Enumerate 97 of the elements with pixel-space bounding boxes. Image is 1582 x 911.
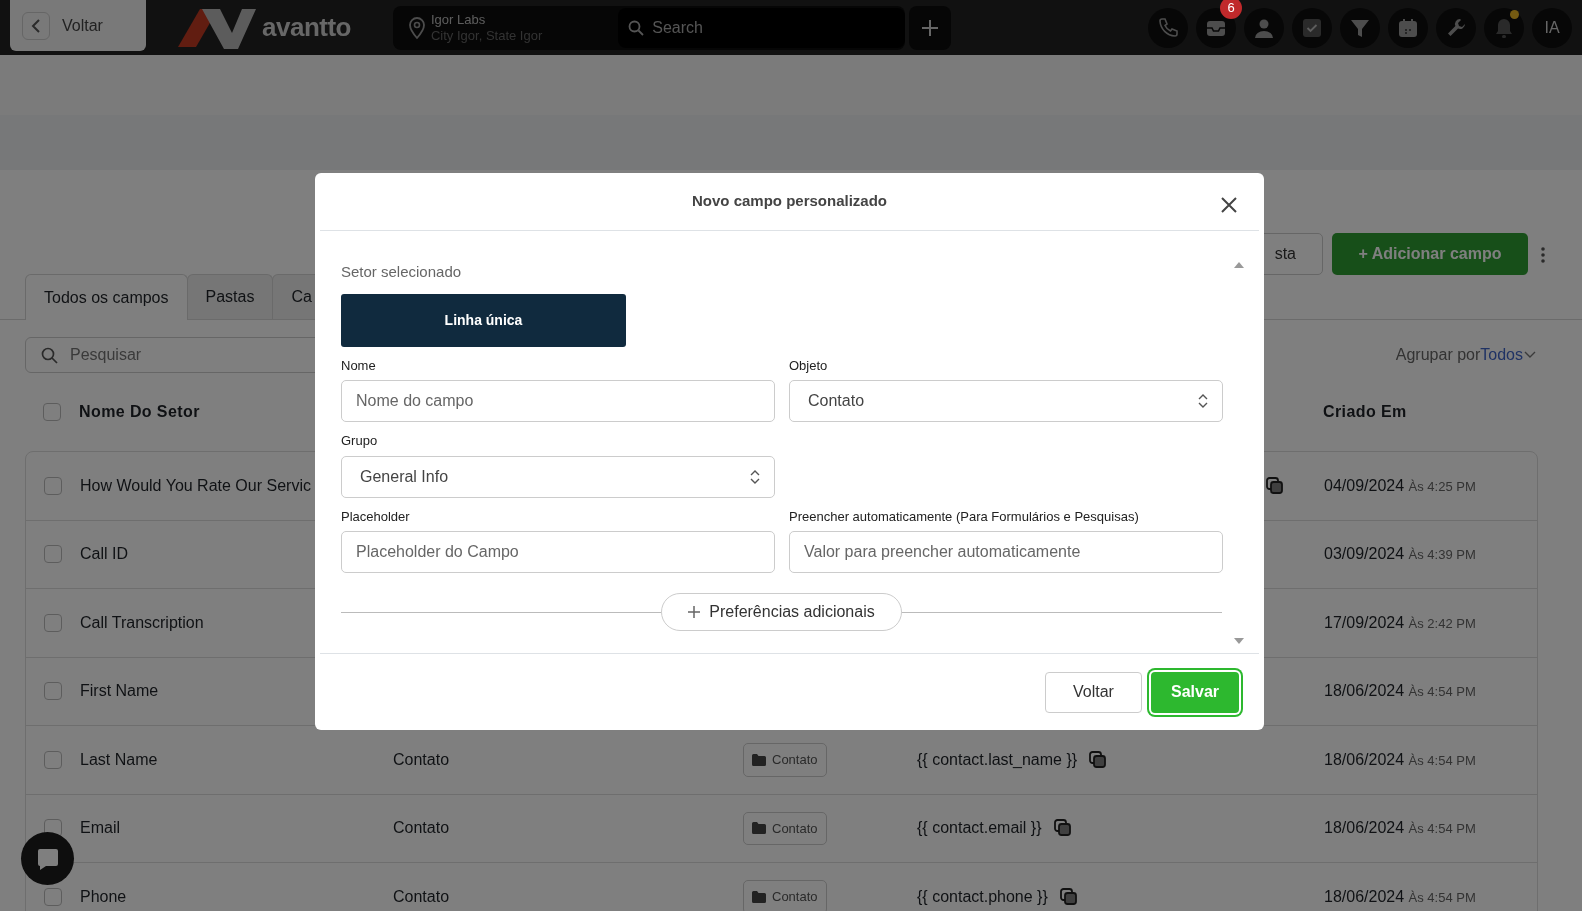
back-button[interactable]: Voltar [1045, 671, 1142, 713]
field-label: Preencher automaticamente (Para Formulários e Pesquisas) [789, 507, 1140, 526]
row-checkbox[interactable] [44, 476, 62, 495]
table-cell-text: Call Transcription [80, 612, 205, 633]
date-text: 04/09/2024 [1324, 476, 1405, 494]
modal-title: Novo campo personalizado [691, 191, 887, 212]
field-type-button[interactable]: Linha única [341, 293, 626, 347]
chat-icon [35, 846, 60, 871]
contacts-button[interactable] [1244, 7, 1284, 48]
group-by-dropdown[interactable]: Todos [1480, 343, 1537, 367]
folder-tag: Contato [743, 880, 827, 911]
input-field[interactable]: Valor para preencher automaticamente [789, 531, 1223, 573]
section-label: Setor selecionado [341, 262, 463, 282]
chat-button[interactable] [21, 832, 74, 885]
table-cell-text: Last Name [80, 749, 159, 770]
row-checkbox[interactable] [44, 750, 62, 769]
filter-button[interactable] [1340, 7, 1380, 48]
search-icon [628, 19, 645, 36]
avatar[interactable]: IA [1532, 7, 1572, 48]
table-cell-text: Contato [393, 886, 451, 907]
time-text: Às 4:54 PM [1408, 821, 1476, 837]
scroll-up-icon[interactable] [1234, 261, 1244, 268]
folder-tag: Contato [743, 811, 827, 845]
pin-icon [406, 15, 427, 40]
merge-key: {{ contact.phone }} [917, 884, 1048, 909]
back-button[interactable]: Voltar [10, 0, 146, 51]
table-cell-text: Phone [80, 886, 128, 907]
column-header: Criado Em [1323, 402, 1408, 422]
copy-icon[interactable] [1266, 476, 1284, 495]
plus-icon [919, 17, 940, 38]
folder-icon [752, 822, 766, 835]
bell-icon [1493, 16, 1515, 39]
input-field[interactable]: Placeholder do Campo [341, 531, 775, 573]
chevron-left-icon [31, 18, 41, 33]
copy-icon[interactable] [1089, 750, 1108, 769]
phone-button[interactable] [1148, 7, 1188, 48]
merge-key: {{ contact.last_name }} [917, 747, 1078, 772]
time-text: Às 4:54 PM [1408, 684, 1476, 700]
field-label: Placeholder [341, 507, 411, 526]
field-label: Objeto [789, 356, 829, 375]
tasks-button[interactable] [1292, 7, 1332, 48]
row-checkbox[interactable] [44, 545, 62, 564]
tab[interactable]: Pastas [186, 274, 274, 319]
time-text: Às 4:54 PM [1408, 752, 1476, 768]
row-checkbox[interactable] [44, 887, 62, 906]
merge-key: {{ contact.email }} [917, 816, 1042, 841]
add-button[interactable] [908, 5, 951, 50]
field-label: Grupo [341, 432, 379, 450]
table-cell-text: Contato [393, 818, 451, 839]
chevron-down-icon [1523, 350, 1537, 360]
calendar-icon [1397, 16, 1419, 39]
scroll-down-icon[interactable] [1234, 638, 1244, 645]
search-field[interactable]: Search [618, 7, 905, 48]
copy-icon[interactable] [1053, 819, 1072, 838]
field-label: Nome [341, 356, 377, 375]
checkbox-icon [1301, 16, 1323, 39]
time-text: Às 2:42 PM [1408, 615, 1476, 631]
close-icon [1219, 194, 1239, 215]
time-text: Às 4:54 PM [1408, 889, 1476, 905]
select-field[interactable]: General Info [341, 455, 775, 498]
wrench-icon [1445, 16, 1467, 39]
input-field[interactable]: Nome do campo [341, 380, 775, 422]
date-text: 18/06/2024 [1324, 887, 1405, 905]
phone-icon [1157, 16, 1179, 39]
calendar-button[interactable] [1388, 7, 1428, 48]
select-field[interactable]: Contato [789, 380, 1223, 422]
tools-button[interactable] [1436, 7, 1476, 48]
row-checkbox[interactable] [44, 682, 62, 701]
date-text: 17/09/2024 [1324, 613, 1405, 631]
notifications-button[interactable] [1484, 7, 1524, 48]
row-checkbox[interactable] [44, 613, 62, 632]
sort-arrows-icon [750, 468, 760, 485]
add-field-button[interactable]: + Adicionar campo [1332, 233, 1528, 275]
logo-icon [178, 6, 256, 49]
search-icon [41, 347, 58, 364]
count-badge: 6 [1220, 0, 1242, 19]
table-cell-text: First Name [80, 681, 160, 702]
date-text: 03/09/2024 [1324, 545, 1405, 563]
sort-arrows-icon [1198, 393, 1208, 409]
additional-preferences-button[interactable]: Preferências adicionais [661, 593, 902, 631]
logo-text: avantto [262, 11, 351, 44]
tab[interactable]: Todos os campos [25, 274, 188, 320]
table-cell-text: Contato [393, 749, 451, 770]
group-by-label: Agrupar por [1395, 345, 1481, 365]
select-all-checkbox[interactable] [43, 403, 61, 421]
folder-icon [752, 753, 766, 766]
time-text: Às 4:39 PM [1408, 547, 1476, 563]
copy-icon[interactable] [1059, 887, 1078, 906]
date-text: 18/06/2024 [1324, 682, 1405, 700]
date-text: 18/06/2024 [1324, 819, 1405, 837]
table-cell-text: Email [80, 818, 121, 839]
folder-icon [752, 890, 766, 903]
plus-icon [688, 606, 701, 618]
date-text: 18/06/2024 [1324, 750, 1405, 768]
folder-tag: Contato [743, 743, 827, 777]
kebab-icon [1541, 246, 1545, 263]
time-text: Às 4:25 PM [1408, 478, 1476, 494]
